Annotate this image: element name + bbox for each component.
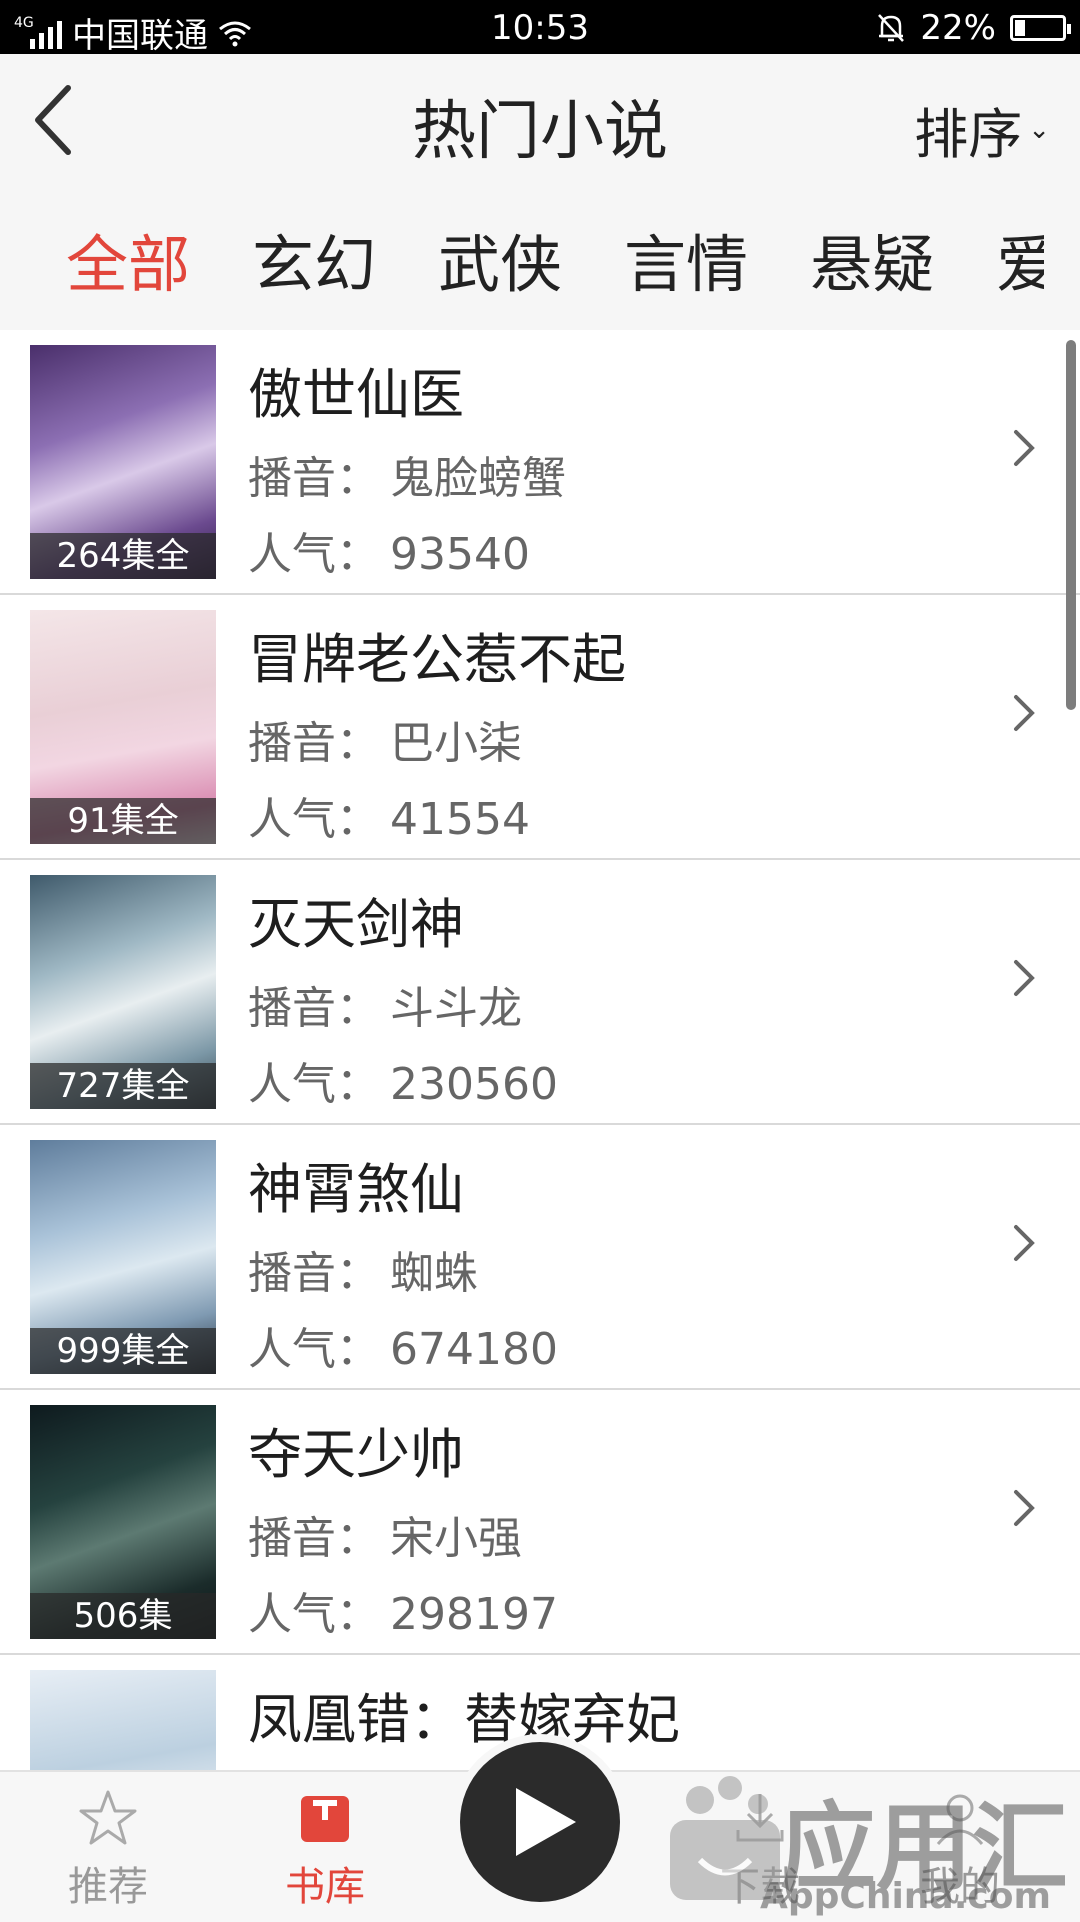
tab-xuanyi[interactable]: 悬疑 — [810, 214, 934, 304]
book-cover: 727集全 — [30, 875, 216, 1109]
play-button[interactable] — [460, 1742, 620, 1902]
book-narrator: 播音： 鬼脸螃蟹 — [248, 453, 566, 504]
nav-library[interactable]: 书库 — [245, 1786, 405, 1912]
book-popularity: 人气： 41554 — [248, 794, 530, 845]
book-cover: 264集全 — [30, 345, 216, 579]
book-cover — [30, 1670, 216, 1770]
scrollbar[interactable] — [1066, 340, 1076, 710]
book-title: 神霄煞仙 — [248, 1158, 464, 1221]
book-narrator: 播音： 巴小柒 — [248, 718, 522, 769]
episode-badge: 264集全 — [30, 533, 216, 579]
chevron-down-icon: ⌄ — [1028, 114, 1050, 145]
episode-badge: 91集全 — [30, 798, 216, 844]
book-narrator: 播音： 蜘蛛 — [248, 1248, 478, 1299]
list-item[interactable]: 727集全 灭天剑神 播音： 斗斗龙 人气： 230560 — [0, 860, 1080, 1125]
status-bar: 4G 中国联通 10:53 22% — [0, 0, 1080, 56]
episode-badge: 506集 — [30, 1593, 216, 1639]
book-title: 夺天少帅 — [248, 1423, 464, 1486]
episode-badge: 999集全 — [30, 1328, 216, 1374]
book-cover: 506集 — [30, 1405, 216, 1639]
book-narrator: 播音： 斗斗龙 — [248, 983, 522, 1034]
list-item[interactable]: 999集全 神霄煞仙 播音： 蜘蛛 人气： 674180 — [0, 1125, 1080, 1390]
list-item[interactable]: 91集全 冒牌老公惹不起 播音： 巴小柒 人气： 41554 — [0, 595, 1080, 860]
nav-recommend[interactable]: 推荐 — [28, 1786, 188, 1912]
bell-muted-icon — [878, 14, 905, 42]
chevron-right-icon — [1014, 1490, 1035, 1526]
book-cover: 999集全 — [30, 1140, 216, 1374]
category-tabs: 全部 玄幻 武侠 言情 悬疑 爱 — [0, 184, 1044, 334]
book-list: 264集全 傲世仙医 播音： 鬼脸螃蟹 人气： 93540 91集全 冒牌老公惹不起… — [0, 330, 1080, 1770]
book-title: 冒牌老公惹不起 — [248, 628, 626, 691]
chevron-right-icon — [1014, 430, 1035, 466]
battery-icon — [1010, 15, 1071, 41]
list-item[interactable]: 264集全 傲世仙医 播音： 鬼脸螃蟹 人气： 93540 — [0, 330, 1080, 595]
app-header: 热门小说 排序 ⌄ — [0, 54, 1080, 184]
nav-recommend-label: 推荐 — [68, 1864, 148, 1910]
tab-ai[interactable]: 爱 — [996, 214, 1044, 304]
sort-label: 排序 — [914, 103, 1023, 166]
nav-library-label: 书库 — [285, 1864, 365, 1910]
book-popularity: 人气： 93540 — [248, 529, 530, 580]
book-popularity: 人气： 674180 — [248, 1324, 558, 1375]
chevron-right-icon — [1014, 1225, 1035, 1261]
chevron-right-icon — [1014, 695, 1035, 731]
book-popularity: 人气： 230560 — [248, 1059, 558, 1110]
list-item[interactable]: 506集 夺天少帅 播音： 宋小强 人气： 298197 — [0, 1390, 1080, 1655]
book-icon — [301, 1796, 349, 1842]
book-narrator: 播音： 宋小强 — [248, 1513, 522, 1564]
battery-percent: 22% — [920, 8, 996, 48]
sort-button[interactable]: 排序 ⌄ — [914, 90, 1050, 169]
play-icon — [516, 1788, 576, 1856]
chevron-right-icon — [1014, 960, 1035, 996]
book-title: 凤凰错：替嫁弃妃 — [248, 1688, 680, 1751]
book-title: 傲世仙医 — [248, 363, 464, 426]
watermark-logo: 应用汇 AppChina.com — [660, 1750, 1080, 1920]
tab-yanqing[interactable]: 言情 — [624, 214, 748, 304]
star-icon — [79, 1790, 137, 1845]
book-cover: 91集全 — [30, 610, 216, 844]
tab-wuxia[interactable]: 武侠 — [438, 214, 562, 304]
episode-badge: 727集全 — [30, 1063, 216, 1109]
tab-xuanhuan[interactable]: 玄幻 — [252, 214, 376, 304]
watermark-subtext: AppChina.com — [760, 1876, 1051, 1917]
book-title: 灭天剑神 — [248, 893, 464, 956]
tab-all[interactable]: 全部 — [66, 214, 190, 304]
book-popularity: 人气： 298197 — [248, 1589, 558, 1640]
status-right: 22% — [876, 8, 1071, 48]
